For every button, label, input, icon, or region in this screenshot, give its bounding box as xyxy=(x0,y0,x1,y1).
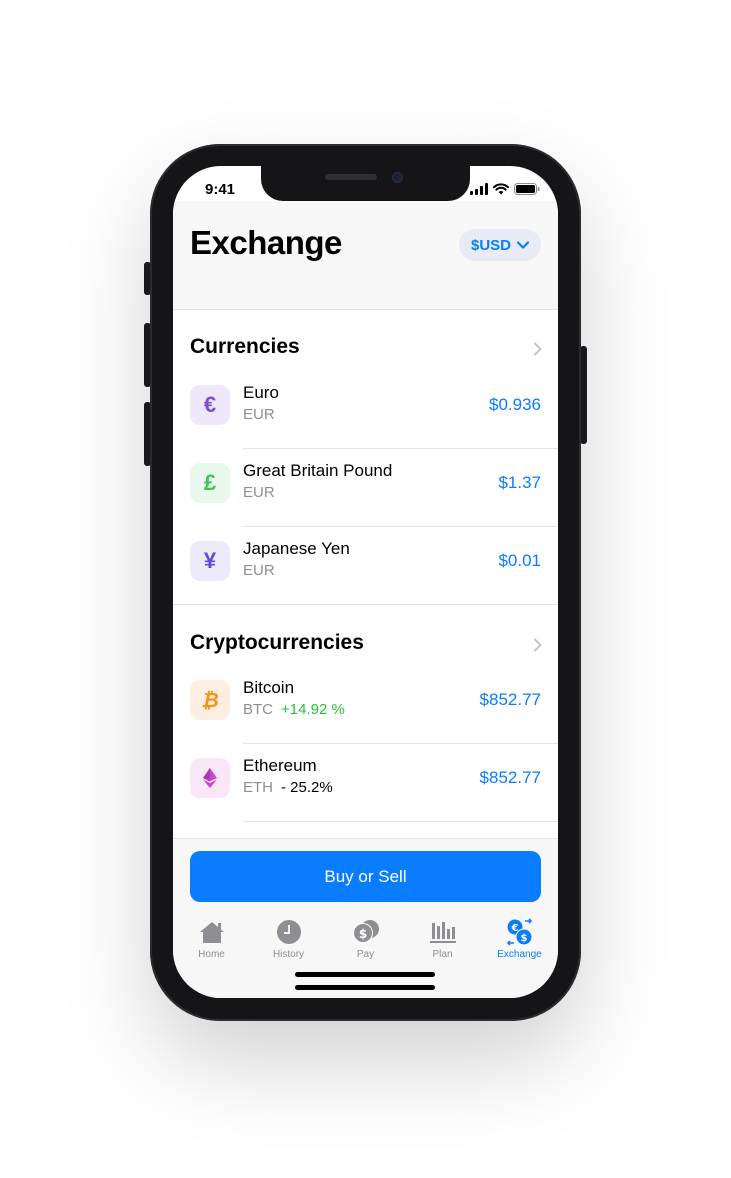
currency-code: EUR xyxy=(243,562,275,579)
home-indicator xyxy=(295,972,435,977)
home-indicator xyxy=(295,985,435,990)
exchange-icon: € $ xyxy=(505,917,535,947)
crypto-price: $852.77 xyxy=(479,768,541,787)
row-divider xyxy=(243,821,558,822)
currency-row-pound[interactable]: £ Great Britain Pound EUR $1.37 xyxy=(173,449,558,527)
tab-label: Pay xyxy=(356,949,375,960)
bottom-area: Buy or Sell Home History $ Pay Plan € $ … xyxy=(173,838,558,998)
clock-icon xyxy=(274,917,304,947)
svg-text:₿: ₿ xyxy=(201,689,219,711)
currency-selector[interactable]: $USD xyxy=(458,229,541,261)
tab-exchange[interactable]: € $ Exchange xyxy=(481,917,558,967)
status-time: 9:41 xyxy=(205,181,236,198)
chevron-right-icon[interactable] xyxy=(531,342,545,356)
crypto-code: ETH xyxy=(243,779,273,796)
currency-price: $0.936 xyxy=(489,395,541,414)
crypto-name: Ethereum xyxy=(243,756,317,775)
crypto-change: - 25.2% xyxy=(281,779,333,796)
battery-icon xyxy=(514,183,540,195)
page-title: Exchange xyxy=(190,224,342,261)
currency-price: $0.01 xyxy=(498,551,541,570)
phone-screen: 9:41 Exchange $USD Currencies € Euro EUR… xyxy=(173,166,558,998)
home-icon xyxy=(197,917,227,947)
tab-label: History xyxy=(272,949,305,960)
crypto-row-ethereum[interactable]: Ethereum ETH - 25.2% $852.77 xyxy=(173,744,558,822)
tab-bar: Home History $ Pay Plan € $ Exchange xyxy=(173,917,558,967)
signal-icon xyxy=(470,183,488,195)
status-icons xyxy=(470,183,540,195)
power-button xyxy=(580,346,587,444)
tab-label: Exchange xyxy=(497,949,542,960)
coins-icon: $ xyxy=(351,917,381,947)
tab-pay[interactable]: $ Pay xyxy=(327,917,404,967)
tab-home[interactable]: Home xyxy=(173,917,250,967)
crypto-name: Bitcoin xyxy=(243,678,295,697)
chevron-down-icon xyxy=(517,241,529,249)
currency-name: Japanese Yen xyxy=(243,539,350,558)
currency-selector-label: $USD xyxy=(470,236,511,254)
notch xyxy=(261,166,470,201)
currency-name: Great Britain Pound xyxy=(243,461,393,480)
yen-icon: ¥ xyxy=(190,541,230,581)
section-title-currencies: Currencies xyxy=(190,335,300,358)
tab-label: Home xyxy=(198,949,225,960)
camera xyxy=(392,172,403,183)
section-title-crypto: Cryptocurrencies xyxy=(190,631,364,654)
crypto-price: $852.77 xyxy=(479,690,541,709)
ethereum-icon xyxy=(190,758,230,798)
crypto-change: +14.92 % xyxy=(281,701,345,718)
currency-code: EUR xyxy=(243,406,275,423)
row-divider xyxy=(173,604,558,605)
svg-text:$: $ xyxy=(520,933,527,944)
currency-row-yen[interactable]: ¥ Japanese Yen EUR $0.01 xyxy=(173,527,558,605)
crypto-code: BTC xyxy=(243,701,273,718)
tab-plan[interactable]: Plan xyxy=(404,917,481,967)
bar-chart-icon xyxy=(428,917,458,947)
currency-name: Euro xyxy=(243,383,279,402)
currency-row-euro[interactable]: € Euro EUR $0.936 xyxy=(173,371,558,449)
crypto-code-line: BTC +14.92 % xyxy=(243,701,345,718)
tab-history[interactable]: History xyxy=(250,917,327,967)
currency-code: EUR xyxy=(243,484,275,501)
currency-price: $1.37 xyxy=(498,473,541,492)
euro-icon: € xyxy=(190,385,230,425)
wifi-icon xyxy=(493,183,509,195)
crypto-code-line: ETH - 25.2% xyxy=(243,779,333,796)
bitcoin-icon: ₿ xyxy=(190,680,230,720)
tab-label: Plan xyxy=(432,949,453,960)
svg-text:$: $ xyxy=(358,927,366,941)
crypto-row-bitcoin[interactable]: ₿ Bitcoin BTC +14.92 % $852.77 xyxy=(173,666,558,744)
pound-icon: £ xyxy=(190,463,230,503)
speaker xyxy=(325,174,377,180)
buy-or-sell-button[interactable]: Buy or Sell xyxy=(190,851,541,902)
chevron-right-icon[interactable] xyxy=(531,638,545,652)
